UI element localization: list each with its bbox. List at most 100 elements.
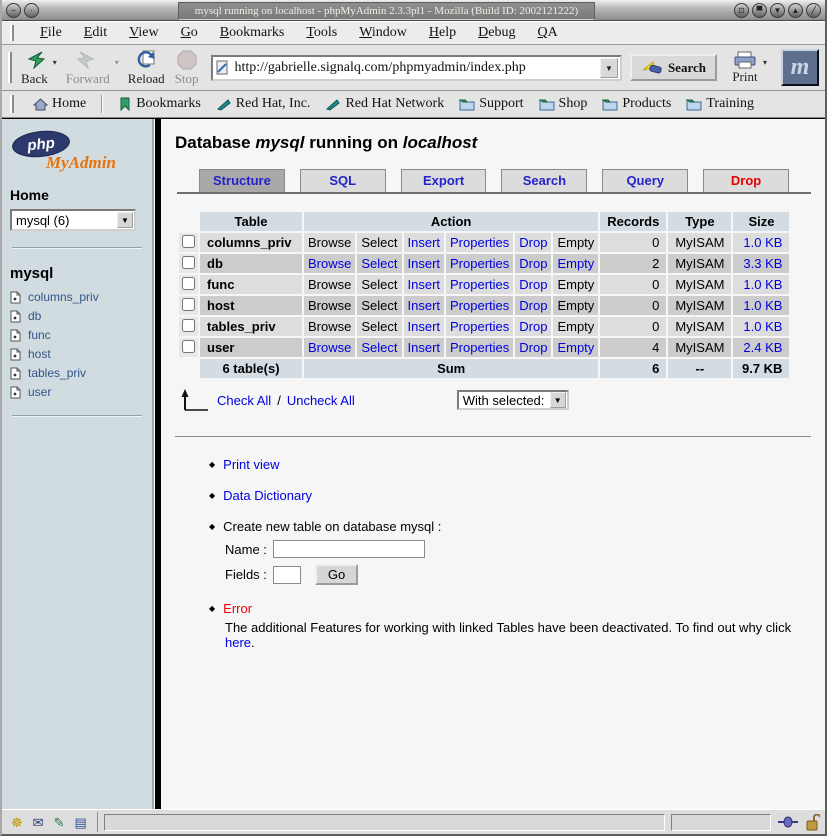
error-here-link[interactable]: here [225, 635, 251, 650]
title-bar[interactable]: − · mysql running on localhost - phpMyAd… [2, 0, 825, 21]
sidebar-table-link[interactable]: host [28, 347, 51, 361]
action-drop[interactable]: Drop [515, 254, 551, 273]
action-drop[interactable]: Drop [515, 275, 551, 294]
bookmark-home[interactable]: Home [33, 96, 86, 112]
bookmark-redhat-network[interactable]: Red Hat Network [325, 96, 444, 112]
action-properties[interactable]: Properties [446, 233, 513, 252]
row-checkbox[interactable] [182, 298, 195, 311]
menubar-grippy[interactable] [10, 25, 14, 40]
tab-sql[interactable]: SQL [300, 169, 386, 192]
go-button[interactable]: Go [315, 564, 358, 585]
url-bar[interactable]: http://gabrielle.signalq.com/phpmyadmin/… [211, 55, 621, 81]
menu-view[interactable]: View [129, 25, 159, 41]
bookmark-redhat-inc[interactable]: Red Hat, Inc. [216, 96, 311, 112]
action-properties[interactable]: Properties [446, 338, 513, 357]
forward-dropdown-icon[interactable]: ▾ [115, 58, 119, 67]
action-properties[interactable]: Properties [446, 317, 513, 336]
tab-export[interactable]: Export [401, 169, 487, 192]
bookmark-products[interactable]: Products [602, 96, 671, 112]
sidebar-table-link[interactable]: columns_priv [28, 290, 99, 304]
row-checkbox[interactable] [182, 319, 195, 332]
bookmark-shop[interactable]: Shop [539, 96, 588, 112]
size-link[interactable]: 1.0 KB [733, 317, 789, 336]
menu-qa[interactable]: QA [537, 25, 557, 41]
action-drop[interactable]: Drop [515, 296, 551, 315]
sidebar-item-tables_priv[interactable]: tables_priv [10, 366, 144, 380]
data-dictionary-link[interactable]: Data Dictionary [223, 488, 312, 503]
menu-bookmarks[interactable]: Bookmarks [220, 25, 285, 41]
url-input[interactable]: http://gabrielle.signalq.com/phpmyadmin/… [234, 60, 599, 76]
reload-button[interactable]: Reload [123, 48, 170, 88]
action-insert[interactable]: Insert [404, 254, 445, 273]
window-kill-icon[interactable]: ╱ [806, 3, 821, 18]
action-insert[interactable]: Insert [404, 317, 445, 336]
check-all-link[interactable]: Check All [217, 393, 271, 408]
sidebar-table-link[interactable]: func [28, 328, 51, 342]
sidebar-item-db[interactable]: db [10, 309, 144, 323]
size-link[interactable]: 3.3 KB [733, 254, 789, 273]
stop-button[interactable]: Stop [170, 48, 204, 88]
tab-search[interactable]: Search [501, 169, 587, 192]
row-checkbox[interactable] [182, 235, 195, 248]
bookmark-training[interactable]: Training [686, 96, 754, 112]
action-select[interactable]: Select [357, 254, 401, 273]
menu-edit[interactable]: Edit [84, 25, 107, 41]
addressbook-icon[interactable]: ▤ [74, 816, 86, 829]
tab-drop[interactable]: Drop [703, 169, 789, 192]
database-select[interactable]: mysql (6) ▼ [10, 209, 136, 231]
row-checkbox[interactable] [182, 256, 195, 269]
sidebar-item-columns_priv[interactable]: columns_priv [10, 290, 144, 304]
mail-icon[interactable]: ✉ [33, 816, 44, 829]
sidebar-item-func[interactable]: func [10, 328, 144, 342]
sidebar-table-link[interactable]: db [28, 309, 41, 323]
action-insert[interactable]: Insert [404, 296, 445, 315]
row-checkbox[interactable] [182, 340, 195, 353]
chevron-down-icon[interactable]: ▼ [117, 212, 133, 228]
action-browse[interactable]: Browse [304, 338, 355, 357]
sidebar-table-link[interactable]: tables_priv [28, 366, 86, 380]
window-raise-icon[interactable]: ▲ [788, 3, 803, 18]
uncheck-all-link[interactable]: Uncheck All [287, 393, 355, 408]
forward-button[interactable]: Forward [61, 48, 115, 88]
composer-icon[interactable]: ✎ [54, 816, 65, 829]
menu-go[interactable]: Go [181, 25, 198, 41]
sidebar-table-link[interactable]: user [28, 385, 51, 399]
back-dropdown-icon[interactable]: ▾ [53, 58, 57, 67]
window-menu-icon[interactable]: · [24, 3, 39, 18]
personalbar-grippy[interactable] [10, 95, 14, 113]
chevron-down-icon[interactable]: ▼ [550, 392, 566, 408]
url-dropdown-icon[interactable]: ▼ [600, 58, 618, 78]
mozilla-logo-button[interactable]: m [781, 49, 819, 86]
menu-window[interactable]: Window [359, 25, 407, 41]
action-drop[interactable]: Drop [515, 338, 551, 357]
tab-structure[interactable]: Structure [199, 169, 285, 192]
action-properties[interactable]: Properties [446, 275, 513, 294]
action-drop[interactable]: Drop [515, 233, 551, 252]
size-link[interactable]: 1.0 KB [733, 275, 789, 294]
sidebar-item-user[interactable]: user [10, 385, 144, 399]
sidebar-home-link[interactable]: Home [10, 187, 144, 203]
action-select[interactable]: Select [357, 338, 401, 357]
size-link[interactable]: 1.0 KB [733, 296, 789, 315]
window-lower-icon[interactable]: ▼ [770, 3, 785, 18]
back-button[interactable]: Back [16, 48, 53, 88]
search-button[interactable]: Search [630, 54, 717, 81]
menu-tools[interactable]: Tools [306, 25, 337, 41]
action-insert[interactable]: Insert [404, 338, 445, 357]
window-maximize-icon[interactable]: ⊡ [734, 3, 749, 18]
print-view-link[interactable]: Print view [223, 457, 279, 472]
bookmark-bookmarks[interactable]: Bookmarks [118, 96, 201, 112]
print-button[interactable]: Print [727, 50, 763, 86]
window-shade-icon[interactable]: ▀ [752, 3, 767, 18]
online-plug-icon[interactable] [777, 814, 799, 830]
menu-debug[interactable]: Debug [478, 25, 515, 41]
frame-border[interactable] [154, 119, 161, 809]
toolbar-grippy[interactable] [8, 52, 12, 84]
menu-help[interactable]: Help [429, 25, 456, 41]
navigator-icon[interactable]: ☸ [11, 816, 23, 829]
fields-count-input[interactable] [273, 566, 301, 584]
bookmark-support[interactable]: Support [459, 96, 523, 112]
action-insert[interactable]: Insert [404, 233, 445, 252]
tab-query[interactable]: Query [602, 169, 688, 192]
menu-file[interactable]: File [40, 25, 62, 41]
